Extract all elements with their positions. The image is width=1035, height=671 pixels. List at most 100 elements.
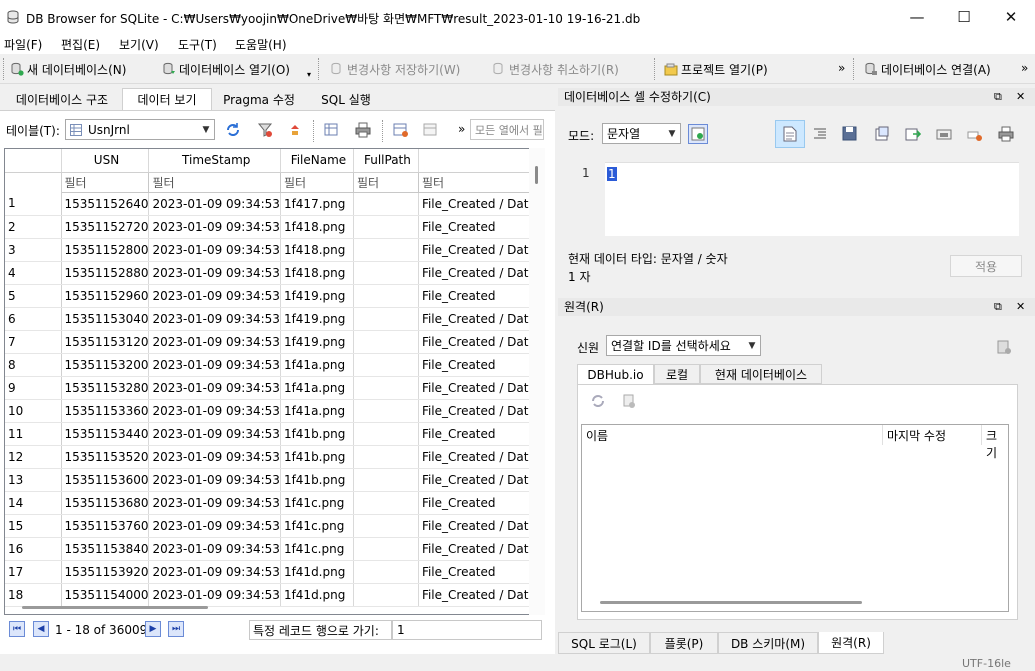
row-number-cell[interactable]: 7 — [5, 330, 62, 354]
apply-button[interactable]: 적용 — [950, 255, 1022, 277]
reason-cell[interactable]: File_Created / Dat — [418, 468, 539, 492]
remote-clone-icon[interactable] — [619, 391, 639, 411]
timestamp-cell[interactable]: 2023-01-09 09:34:53 — [148, 422, 281, 446]
vertical-scrollbar[interactable] — [529, 148, 545, 615]
usn-cell[interactable]: 15351152640 — [61, 192, 150, 216]
fullpath-cell[interactable] — [353, 261, 419, 285]
fullpath-cell[interactable] — [353, 422, 419, 446]
first-record-button[interactable]: ⏮ — [9, 621, 25, 637]
reason-cell[interactable]: File_Created — [418, 422, 539, 446]
usn-cell[interactable]: 15351152720 — [61, 215, 150, 239]
filename-cell[interactable]: 1f41c.png — [280, 514, 354, 538]
usn-cell[interactable]: 15351153040 — [61, 307, 150, 331]
fullpath-cell[interactable] — [353, 468, 419, 492]
remote-refresh-icon[interactable] — [588, 391, 608, 411]
reason-cell[interactable]: File_Created — [418, 284, 539, 308]
row-number-cell[interactable]: 12 — [5, 445, 62, 469]
close-button[interactable]: ✕ — [988, 0, 1034, 34]
overflow-icon[interactable]: » — [458, 122, 465, 136]
attach-database-button[interactable]: 데이터베이스 연결(A) — [864, 59, 991, 79]
usn-cell[interactable]: 15351153680 — [61, 491, 150, 515]
filename-cell[interactable]: 1f419.png — [280, 284, 354, 308]
filter-input-fullpath[interactable]: 필터 — [352, 171, 419, 193]
filter-input-reason[interactable]: 필터 — [417, 171, 539, 193]
horizontal-scrollbar-thumb[interactable] — [22, 606, 208, 609]
usn-cell[interactable]: 15351153920 — [61, 560, 150, 584]
vertical-scrollbar-thumb[interactable] — [535, 166, 538, 184]
close-dock-icon[interactable]: ✕ — [1016, 90, 1025, 103]
open-database-button[interactable]: 데이터베이스 열기(O) — [162, 59, 290, 79]
timestamp-cell[interactable]: 2023-01-09 09:34:53 — [148, 238, 281, 262]
last-record-button[interactable]: ⏭ — [168, 621, 184, 637]
row-number-cell[interactable]: 1 — [5, 192, 62, 216]
timestamp-cell[interactable]: 2023-01-09 09:34:53 — [148, 399, 281, 423]
row-number-cell[interactable]: 2 — [5, 215, 62, 239]
filename-cell[interactable]: 1f41c.png — [280, 491, 354, 515]
table-select[interactable]: UsnJrnl ▼ — [65, 119, 215, 140]
timestamp-cell[interactable]: 2023-01-09 09:34:53 — [148, 560, 281, 584]
row-number-cell[interactable]: 5 — [5, 284, 62, 308]
usn-cell[interactable]: 15351153760 — [61, 514, 150, 538]
usn-cell[interactable]: 15351152960 — [61, 284, 150, 308]
tab-browse-data[interactable]: 데이터 보기 — [122, 88, 212, 110]
reason-cell[interactable]: File_Created / Dat — [418, 307, 539, 331]
filter-input-usn[interactable]: 필터 — [60, 171, 150, 193]
undock-icon[interactable]: ⧉ — [994, 300, 1002, 314]
table-row[interactable]: 6 15351153040 2023-01-09 09:34:53 1f419.png… — [5, 307, 539, 331]
usn-cell[interactable]: 15351153280 — [61, 376, 150, 400]
table-row[interactable]: 9 15351153280 2023-01-09 09:34:53 1f41a.png… — [5, 376, 539, 400]
fullpath-cell[interactable] — [353, 376, 419, 400]
open-database-dropdown-icon[interactable]: ▾ — [307, 70, 311, 79]
usn-cell[interactable]: 15351153120 — [61, 330, 150, 354]
delete-record-icon[interactable] — [421, 120, 441, 140]
table-row[interactable]: 5 15351152960 2023-01-09 09:34:53 1f419.png… — [5, 284, 539, 308]
tab-execute-sql[interactable]: SQL 실행 — [306, 88, 386, 110]
table-row[interactable]: 10 15351153360 2023-01-09 09:34:53 1f41a.pn… — [5, 399, 539, 423]
column-header-fullpath[interactable]: FullPath — [353, 149, 419, 173]
row-number-cell[interactable]: 17 — [5, 560, 62, 584]
table-row[interactable]: 2 15351152720 2023-01-09 09:34:53 1f418.png… — [5, 215, 539, 239]
reason-cell[interactable]: File_Created / Dat — [418, 445, 539, 469]
column-header-usn[interactable]: USN — [61, 149, 150, 173]
print-icon[interactable] — [353, 120, 373, 140]
table-row[interactable]: 1 15351152640 2023-01-09 09:34:53 1f417.png… — [5, 192, 539, 216]
refresh-icon[interactable] — [223, 120, 243, 140]
timestamp-cell[interactable]: 2023-01-09 09:34:53 — [148, 445, 281, 469]
fullpath-cell[interactable] — [353, 192, 419, 216]
timestamp-cell[interactable]: 2023-01-09 09:34:53 — [148, 284, 281, 308]
tab-local[interactable]: 로컬 — [654, 364, 700, 384]
filename-cell[interactable]: 1f41d.png — [280, 583, 354, 607]
reason-cell[interactable]: File_Created / Dat — [418, 399, 539, 423]
indent-icon[interactable] — [810, 124, 830, 144]
column-header-size[interactable]: 크기 — [986, 427, 1008, 461]
table-row[interactable]: 8 15351153200 2023-01-09 09:34:53 1f41a.png… — [5, 353, 539, 377]
reason-cell[interactable]: File_Created / Dat — [418, 330, 539, 354]
fullpath-cell[interactable] — [353, 537, 419, 561]
table-row[interactable]: 3 15351152800 2023-01-09 09:34:53 1f418.png… — [5, 238, 539, 262]
filename-cell[interactable]: 1f41a.png — [280, 353, 354, 377]
fullpath-cell[interactable] — [353, 330, 419, 354]
filename-cell[interactable]: 1f418.png — [280, 215, 354, 239]
reason-cell[interactable]: File_Created / Dat — [418, 261, 539, 285]
open-project-button[interactable]: 프로젝트 열기(P) — [664, 59, 768, 79]
fullpath-cell[interactable] — [353, 353, 419, 377]
tab-database-structure[interactable]: 데이터베이스 구조 — [4, 88, 120, 110]
new-database-button[interactable]: 새 데이터베이스(N) — [10, 59, 126, 79]
usn-cell[interactable]: 15351153360 — [61, 399, 150, 423]
remote-file-list[interactable]: 이름 마지막 수정 크기 — [581, 424, 1009, 612]
reason-cell[interactable]: File_Created / Dat — [418, 192, 539, 216]
previous-record-button[interactable]: ◀ — [33, 621, 49, 637]
column-header-last-modified[interactable]: 마지막 수정 — [887, 427, 946, 444]
clear-cell-icon[interactable] — [965, 124, 985, 144]
print-cell-icon[interactable] — [996, 124, 1016, 144]
revert-changes-button[interactable]: 변경사항 취소하기(R) — [492, 59, 619, 79]
timestamp-cell[interactable]: 2023-01-09 09:34:53 — [148, 583, 281, 607]
timestamp-cell[interactable]: 2023-01-09 09:34:53 — [148, 215, 281, 239]
table-row[interactable]: 15 15351153760 2023-01-09 09:34:53 1f41c.pn… — [5, 514, 539, 538]
filename-cell[interactable]: 1f41d.png — [280, 560, 354, 584]
close-dock-icon[interactable]: ✕ — [1016, 300, 1025, 313]
filter-input-filename[interactable]: 필터 — [279, 171, 354, 193]
fullpath-cell[interactable] — [353, 514, 419, 538]
undock-icon[interactable]: ⧉ — [994, 90, 1002, 104]
fullpath-cell[interactable] — [353, 445, 419, 469]
